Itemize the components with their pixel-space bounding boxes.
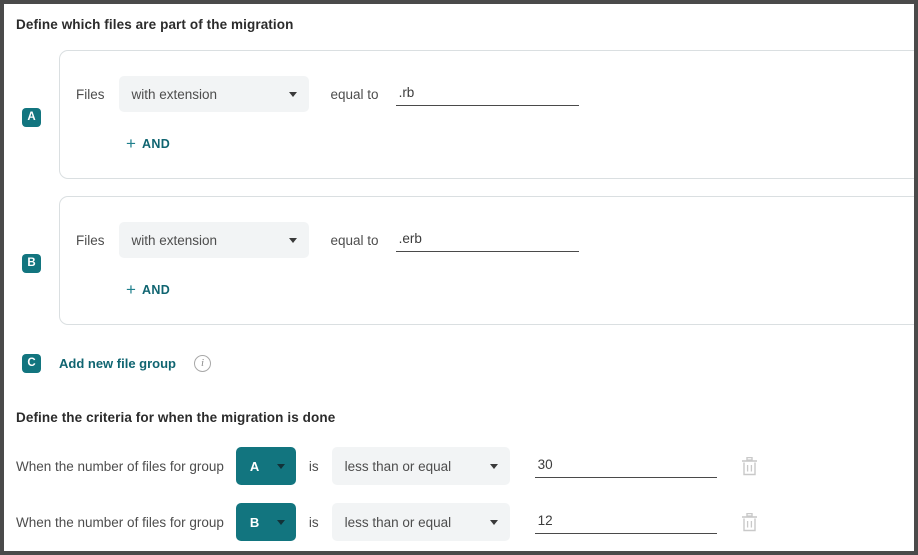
criteria-group-select-1-value: B: [249, 514, 260, 530]
extension-input-b[interactable]: [395, 228, 579, 252]
file-group-card-b: Files with extension equal to + AND: [59, 196, 914, 325]
add-new-file-group-link[interactable]: Add new file group: [59, 356, 176, 371]
criteria-section-heading: Define the criteria for when the migrati…: [16, 410, 336, 425]
attribute-select-b[interactable]: with extension: [118, 222, 309, 258]
criteria-is-label-0: is: [308, 458, 319, 474]
attribute-select-b-value: with extension: [131, 232, 218, 248]
criteria-prefix-text-0: When the number of files for group: [16, 458, 224, 474]
and-label-b: AND: [141, 282, 171, 297]
trash-icon: [742, 512, 758, 531]
trash-icon: [742, 456, 758, 475]
criteria-group-select-0[interactable]: A: [235, 447, 296, 485]
operator-label-b: equal to: [330, 232, 379, 248]
chevron-down-icon: [288, 91, 297, 97]
criteria-operator-select-1[interactable]: less than or equal: [331, 503, 510, 541]
operator-label-a: equal to: [330, 86, 379, 102]
delete-criteria-button-0[interactable]: [739, 455, 761, 477]
extension-input-a[interactable]: [395, 82, 579, 106]
criteria-operator-select-0-value: less than or equal: [344, 458, 452, 474]
chevron-down-icon: [489, 519, 498, 525]
chevron-down-icon: [489, 463, 498, 469]
criteria-row: When the number of files for group A is …: [16, 447, 761, 485]
plus-icon: +: [126, 280, 136, 299]
condition-row-a: Files with extension equal to: [76, 76, 579, 112]
subject-label-b: Files: [76, 232, 105, 248]
criteria-value-input-1[interactable]: [534, 510, 717, 534]
migration-rules-page: Define which files are part of the migra…: [4, 4, 914, 551]
criteria-operator-select-1-value: less than or equal: [344, 514, 452, 530]
chevron-down-icon: [276, 519, 285, 525]
criteria-row: When the number of files for group B is …: [16, 503, 761, 541]
add-and-condition-b[interactable]: + AND: [126, 281, 170, 298]
file-group-card-a: Files with extension equal to + AND: [59, 50, 914, 179]
criteria-operator-select-0[interactable]: less than or equal: [331, 447, 510, 485]
criteria-prefix-text-1: When the number of files for group: [16, 514, 224, 530]
criteria-is-label-1: is: [308, 514, 319, 530]
group-badge-b: B: [22, 254, 41, 273]
delete-criteria-button-1[interactable]: [739, 511, 761, 533]
attribute-select-a[interactable]: with extension: [118, 76, 309, 112]
criteria-value-input-0[interactable]: [534, 454, 717, 478]
group-badge-c: C: [22, 354, 41, 373]
files-section-heading: Define which files are part of the migra…: [16, 17, 294, 32]
subject-label-a: Files: [76, 86, 105, 102]
group-badge-a: A: [22, 108, 41, 127]
info-icon[interactable]: i: [194, 355, 211, 372]
criteria-group-select-0-value: A: [249, 458, 260, 474]
and-label-a: AND: [141, 136, 171, 151]
chevron-down-icon: [276, 463, 285, 469]
plus-icon: +: [126, 134, 136, 153]
add-and-condition-a[interactable]: + AND: [126, 135, 170, 152]
add-file-group-row: C Add new file group i: [4, 354, 211, 373]
attribute-select-a-value: with extension: [131, 86, 218, 102]
condition-row-b: Files with extension equal to: [76, 222, 579, 258]
chevron-down-icon: [288, 237, 297, 243]
criteria-group-select-1[interactable]: B: [235, 503, 296, 541]
